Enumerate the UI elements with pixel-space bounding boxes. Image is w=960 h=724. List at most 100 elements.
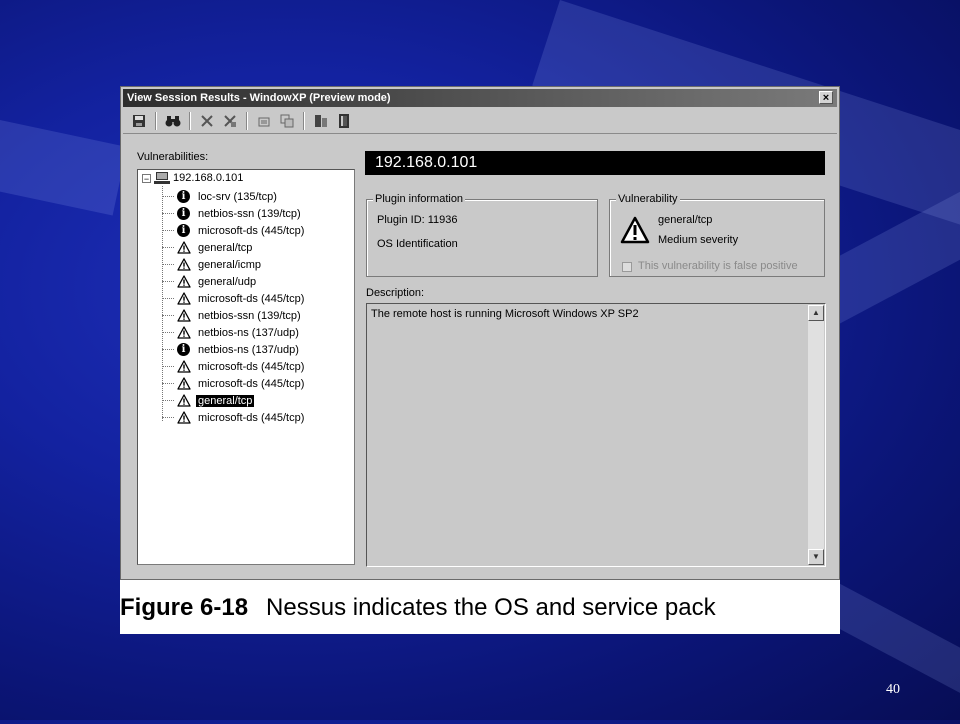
vulnerability-item-label: microsoft-ds (445/tcp) (198, 360, 305, 373)
vulnerability-group: Vulnerability general/tcp Medium severit… (609, 193, 825, 277)
export-all-icon (280, 114, 294, 128)
vulnerability-item-label: netbios-ns (137/udp) (198, 343, 299, 356)
false-positive-checkbox[interactable] (622, 262, 632, 272)
vulnerability-tree-item[interactable]: general/icmp (162, 256, 263, 273)
vulnerability-item-label: microsoft-ds (445/tcp) (198, 377, 305, 390)
vulnerability-tree-item[interactable]: i loc-srv (135/tcp) (162, 188, 279, 205)
vulnerability-item-label: general/tcp (198, 241, 253, 254)
vulnerability-tree-item[interactable]: microsoft-ds (445/tcp) (162, 290, 306, 307)
tree-connector (162, 366, 174, 367)
warning-icon (177, 292, 191, 305)
vulnerability-item-label: netbios-ns (137/udp) (198, 326, 299, 339)
vulnerability-item-label: loc-srv (135/tcp) (198, 190, 277, 203)
vulnerabilities-label: Vulnerabilities: (137, 151, 209, 163)
delete-button[interactable] (197, 111, 217, 131)
toolbar-separator (246, 112, 248, 130)
toolbar-separator (155, 112, 157, 130)
plugin-information-title: Plugin information (373, 193, 466, 205)
tree-connector (162, 264, 174, 265)
tree-connector (162, 247, 174, 248)
false-positive-label: This vulnerability is false positive (638, 260, 798, 272)
vulnerability-title: Vulnerability (616, 193, 680, 205)
vulnerability-severity: Medium severity (658, 234, 739, 246)
host-label: 192.168.0.101 (173, 172, 244, 184)
description-scrollbar[interactable]: ▲ ▼ (808, 305, 824, 565)
toolbar-separator (303, 112, 305, 130)
tree-connector (162, 281, 174, 282)
scroll-down-button[interactable]: ▼ (808, 549, 824, 565)
tree-connector (162, 196, 174, 197)
vulnerability-tree-item[interactable]: i netbios-ssn (139/tcp) (162, 205, 303, 222)
export-button[interactable] (254, 111, 274, 131)
plugin-id: Plugin ID: 11936 (377, 214, 458, 226)
exit-button[interactable] (334, 111, 354, 131)
warning-icon (177, 360, 191, 373)
warning-icon (177, 241, 191, 254)
binoculars-icon (165, 116, 181, 127)
warning-icon (177, 326, 191, 339)
delete-all-button[interactable] (220, 111, 240, 131)
description-text: The remote host is running Microsoft Win… (371, 308, 639, 320)
close-button[interactable]: × (819, 91, 833, 104)
vulnerability-tree-item[interactable]: microsoft-ds (445/tcp) (162, 409, 306, 426)
slide-page-number: 40 (886, 682, 900, 697)
warning-icon (177, 258, 191, 271)
vulnerability-tree-item[interactable]: i microsoft-ds (445/tcp) (162, 222, 306, 239)
toolbar-separator (189, 112, 191, 130)
vulnerability-tree-item[interactable]: general/tcp (162, 239, 254, 256)
export-all-button[interactable] (277, 111, 297, 131)
tree-connector (162, 332, 174, 333)
computer-icon (154, 172, 170, 184)
info-icon: i (177, 190, 190, 203)
window-titlebar[interactable]: View Session Results - WindowXP (Preview… (123, 89, 837, 107)
plugin-information-group: Plugin information Plugin ID: 11936 OS I… (366, 193, 598, 277)
figure: View Session Results - WindowXP (Preview… (120, 86, 840, 634)
vulnerability-tree-item[interactable]: netbios-ns (137/udp) (162, 324, 301, 341)
warning-icon (620, 216, 650, 244)
vulnerabilities-tree[interactable]: − 192.168.0.101 i loc-srv (135/tcp) i netbi… (137, 169, 355, 565)
report-button[interactable] (311, 111, 331, 131)
warning-icon (177, 377, 191, 390)
vulnerability-tree-item[interactable]: microsoft-ds (445/tcp) (162, 375, 306, 392)
tree-connector (162, 417, 174, 418)
figure-caption: Figure 6-18 Nessus indicates the OS and s… (120, 594, 716, 622)
vulnerability-item-label: microsoft-ds (445/tcp) (198, 411, 305, 424)
description-textarea[interactable]: The remote host is running Microsoft Win… (366, 303, 826, 567)
save-button[interactable] (129, 111, 149, 131)
save-icon (133, 115, 145, 127)
vulnerability-tree-item[interactable]: i netbios-ns (137/udp) (162, 341, 301, 358)
tree-connector (162, 315, 174, 316)
vulnerability-port: general/tcp (658, 214, 713, 226)
tree-connector (162, 213, 174, 214)
warning-icon (177, 411, 191, 424)
background-streak (0, 120, 128, 216)
report-icon (315, 115, 327, 127)
export-icon (258, 117, 270, 127)
warning-icon (177, 309, 191, 322)
info-icon: i (177, 343, 190, 356)
door-icon (339, 114, 349, 128)
selected-host-bar: 192.168.0.101 (365, 151, 825, 175)
figure-caption-text: Nessus indicates the OS and service pack (266, 594, 716, 621)
vulnerability-item-label: general/tcp (196, 394, 255, 407)
tree-connector (162, 349, 174, 350)
tree-connector (162, 383, 174, 384)
vulnerability-item-label: microsoft-ds (445/tcp) (198, 224, 305, 237)
delete-all-icon (224, 115, 236, 127)
session-results-window: View Session Results - WindowXP (Preview… (120, 86, 840, 580)
vulnerability-item-label: general/icmp (198, 258, 261, 271)
vulnerability-tree-item[interactable]: general/udp (162, 273, 258, 290)
collapse-expander[interactable]: − (142, 173, 151, 183)
plugin-name: OS Identification (377, 238, 458, 250)
vulnerability-item-label: microsoft-ds (445/tcp) (198, 292, 305, 305)
scroll-up-button[interactable]: ▲ (808, 305, 824, 321)
vulnerability-tree-item[interactable]: general/tcp (162, 392, 255, 409)
vulnerability-item-label: netbios-ssn (139/tcp) (198, 309, 301, 322)
tree-root-host[interactable]: − 192.168.0.101 (142, 172, 243, 184)
description-label: Description: (366, 287, 425, 299)
vulnerability-tree-item[interactable]: microsoft-ds (445/tcp) (162, 358, 306, 375)
find-button[interactable] (163, 111, 183, 131)
tree-connector (162, 230, 174, 231)
vulnerability-tree-item[interactable]: netbios-ssn (139/tcp) (162, 307, 303, 324)
tree-connector (162, 298, 174, 299)
